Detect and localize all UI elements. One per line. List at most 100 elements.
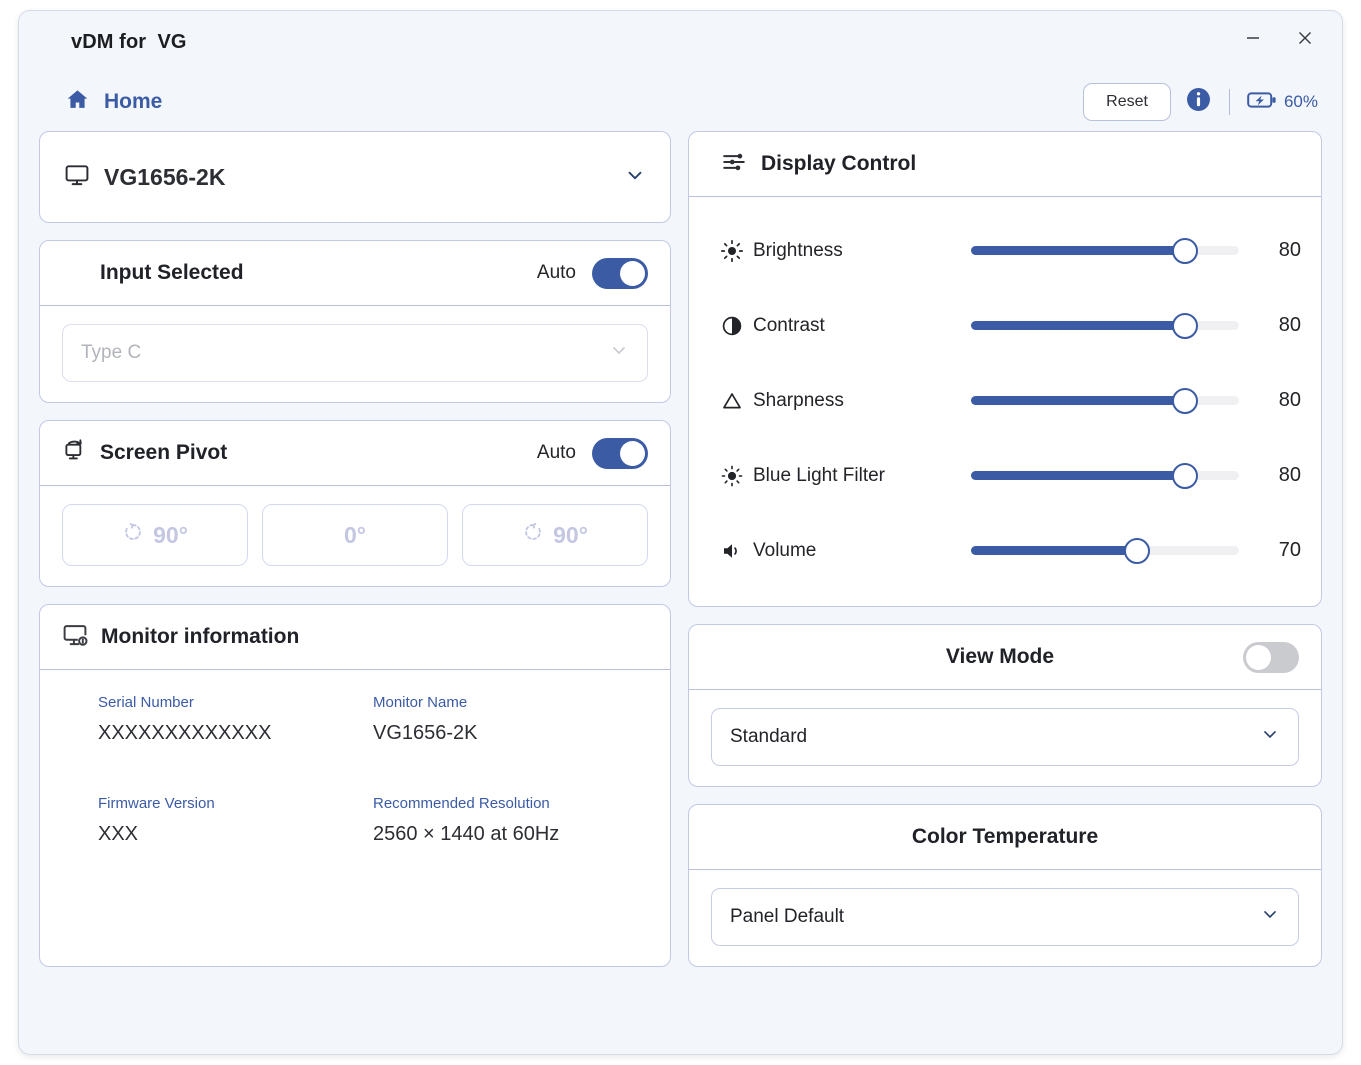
color-temperature-dropdown[interactable]: Panel Default [711,888,1299,946]
slider-row-brightness: Brightness 80 [711,213,1301,288]
input-source-dropdown[interactable]: Type C [62,324,648,382]
slider-track [971,537,1239,564]
display-control-title: Display Control [761,152,917,175]
slider-label: Contrast [753,314,825,336]
screen-pivot-header: Screen Pivot Auto [40,421,670,486]
slider-value: 80 [1278,389,1301,411]
battery-charging-icon [1247,90,1277,115]
rotate-clockwise-icon [522,521,544,549]
info-field: Serial Number XXXXXXXXXXXXX [98,694,373,745]
info-button[interactable] [1185,86,1212,118]
pivot-button-row: 90° 0° 90° [62,504,648,566]
home-label: Home [104,90,163,113]
slider-thumb[interactable] [1172,462,1199,489]
input-selected-header: Input Selected Auto [40,241,670,306]
view-mode-card: View Mode Standard [688,624,1322,787]
info-field: Firmware Version XXX [98,795,373,846]
info-field-value: VG1656-2K [373,722,478,744]
slider-value: 80 [1278,239,1301,261]
blue-light-icon [711,464,753,488]
pivot-rotate-cw-90-button[interactable]: 90° [462,504,648,566]
brightness-slider[interactable] [971,236,1239,266]
minimize-button[interactable] [1230,19,1276,57]
speaker-icon [711,539,753,563]
view-mode-value: Standard [730,726,808,747]
info-field-label: Firmware Version [98,795,215,812]
close-icon [1296,29,1314,47]
battery-status: 60% [1247,90,1318,115]
monitor-icon [64,162,90,193]
slider-value: 70 [1278,539,1301,561]
volume-slider[interactable] [971,536,1239,566]
info-field-value: XXXXXXXXXXXXX [98,722,272,744]
monitor-selector-card[interactable]: VG1656-2K [39,131,671,223]
input-auto-toggle[interactable] [592,257,648,289]
left-column: VG1656-2K Input Selected Auto Type C Scr… [39,131,671,967]
slider-label: Blue Light Filter [753,464,886,486]
slider-fill [971,396,1186,405]
slider-fill [971,321,1186,330]
slider-row-volume: Volume 70 [711,513,1301,588]
nav-home[interactable]: Home [65,87,162,117]
info-icon [1185,86,1212,118]
monitor-information-header: Monitor information [40,605,670,670]
contrast-icon [711,314,753,338]
input-selected-body: Type C [40,306,670,402]
monitor-information-title: Monitor information [101,625,300,648]
contrast-slider[interactable] [971,311,1239,341]
slider-thumb[interactable] [1172,237,1199,264]
app-window: vDM for VG Home Reset 60% VG1656-2K Inpu… [18,10,1343,1055]
sharpness-slider[interactable] [971,386,1239,416]
slider-track [971,462,1239,489]
view-mode-title: View Mode [945,645,1055,668]
chevron-down-icon [1260,724,1280,750]
reset-button[interactable]: Reset [1083,83,1171,121]
monitor-selector[interactable]: VG1656-2K [40,132,670,222]
input-selected-card: Input Selected Auto Type C [39,240,671,403]
blue-light-filter-slider[interactable] [971,461,1239,491]
info-field-label: Recommended Resolution [373,795,550,812]
slider-thumb[interactable] [1172,312,1199,339]
slider-thumb[interactable] [1172,387,1199,414]
slider-row-contrast: Contrast 80 [711,288,1301,363]
pivot-button-label: 90° [153,521,188,548]
rotate-counterclockwise-icon [122,521,144,549]
pivot-rotate-0-button[interactable]: 0° [262,504,448,566]
chevron-down-icon [1260,904,1280,930]
slider-label: Sharpness [753,389,844,411]
view-mode-dropdown[interactable]: Standard [711,708,1299,766]
triangle-icon [711,389,753,413]
pivot-rotate-ccw-90-button[interactable]: 90° [62,504,248,566]
info-field: Recommended Resolution 2560 × 1440 at 60… [373,795,648,846]
pivot-auto-group: Auto [536,437,648,469]
pivot-auto-toggle[interactable] [592,437,648,469]
close-button[interactable] [1282,19,1328,57]
slider-row-blue-light-filter: Blue Light Filter 80 [711,438,1301,513]
sun-icon [711,239,753,263]
home-icon [65,87,90,117]
screen-pivot-body: 90° 0° 90° [40,486,670,586]
slider-fill [971,546,1138,555]
screen-pivot-card: Screen Pivot Auto 90° 0° 90° [39,420,671,587]
window-controls [1230,19,1328,57]
monitor-selector-name: VG1656-2K [104,163,226,190]
main-content: VG1656-2K Input Selected Auto Type C Scr… [19,131,1342,967]
screen-pivot-icon [62,438,87,468]
color-temperature-title: Color Temperature [911,825,1099,848]
view-mode-body: Standard [689,690,1321,786]
color-temperature-card: Color Temperature Panel Default [688,804,1322,967]
info-field-label: Serial Number [98,694,194,711]
right-column: Display Control Brightness 80 Contrast 8… [688,131,1322,967]
slider-thumb[interactable] [1124,537,1151,564]
slider-fill [971,471,1186,480]
pivot-auto-label: Auto [536,442,576,463]
nav-actions: Reset 60% [1083,83,1318,121]
title-bar: vDM for VG [19,11,1342,73]
view-mode-toggle[interactable] [1243,641,1299,673]
screen-pivot-title: Screen Pivot [100,441,228,464]
monitor-information-fields: Serial Number XXXXXXXXXXXXX Monitor Name… [40,670,670,872]
input-auto-label: Auto [536,262,576,283]
slider-row-sharpness: Sharpness 80 [711,363,1301,438]
toggle-knob [620,260,645,286]
color-temperature-header: Color Temperature [689,805,1321,870]
